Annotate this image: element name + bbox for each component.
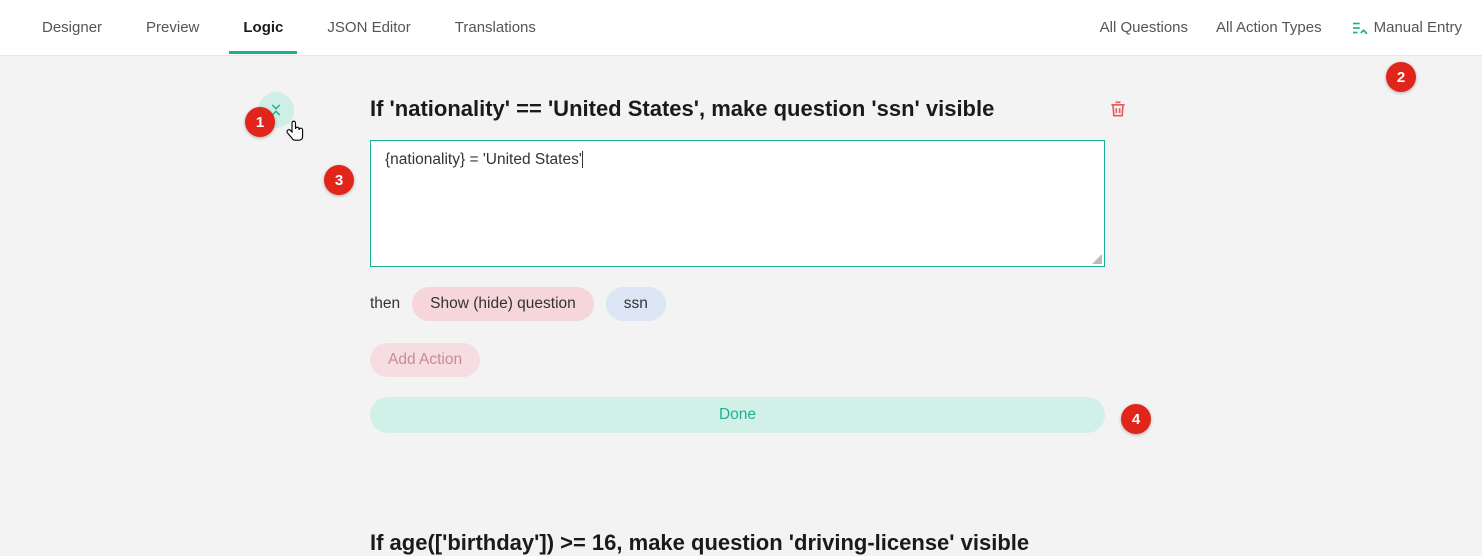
rule-title: If 'nationality' == 'United States', mak…	[370, 96, 994, 122]
rule-title-2: If age(['birthday']) >= 16, make questio…	[370, 530, 1029, 556]
delete-rule-button[interactable]	[1108, 98, 1128, 120]
expression-editor[interactable]: {nationality} = 'United States'	[370, 140, 1105, 267]
tab-json-editor[interactable]: JSON Editor	[305, 1, 432, 54]
annotation-badge-3: 3	[324, 165, 354, 195]
manual-entry-label: Manual Entry	[1374, 19, 1462, 36]
done-button[interactable]: Done	[370, 397, 1105, 433]
top-toolbar: Designer Preview Logic JSON Editor Trans…	[0, 0, 1482, 56]
annotation-badge-1: 1	[245, 107, 275, 137]
manual-entry-button[interactable]: Manual Entry	[1350, 19, 1462, 37]
annotation-badge-4: 4	[1121, 404, 1151, 434]
tab-preview[interactable]: Preview	[124, 1, 221, 54]
rule-header: If 'nationality' == 'United States', mak…	[298, 96, 1138, 122]
tab-logic[interactable]: Logic	[221, 1, 305, 54]
add-action-button[interactable]: Add Action	[370, 343, 480, 377]
manual-entry-icon	[1350, 19, 1368, 37]
tabs-left: Designer Preview Logic JSON Editor Trans…	[20, 1, 558, 54]
then-row: then Show (hide) question ssn	[370, 287, 1138, 321]
filter-all-action-types[interactable]: All Action Types	[1216, 19, 1322, 36]
content-area: If 'nationality' == 'United States', mak…	[0, 56, 1482, 433]
action-pill-show-hide[interactable]: Show (hide) question	[412, 287, 594, 321]
pointer-cursor-icon	[284, 120, 306, 151]
annotation-badge-2: 2	[1386, 62, 1416, 92]
rule-card-1: If 'nationality' == 'United States', mak…	[298, 96, 1138, 433]
question-pill-ssn[interactable]: ssn	[606, 287, 666, 321]
then-label: then	[370, 295, 400, 313]
tab-designer[interactable]: Designer	[20, 1, 124, 54]
tabs-right: All Questions All Action Types Manual En…	[1100, 19, 1462, 37]
expression-text: {nationality} = 'United States'	[385, 151, 583, 168]
filter-all-questions[interactable]: All Questions	[1100, 19, 1188, 36]
tab-translations[interactable]: Translations	[433, 1, 558, 54]
